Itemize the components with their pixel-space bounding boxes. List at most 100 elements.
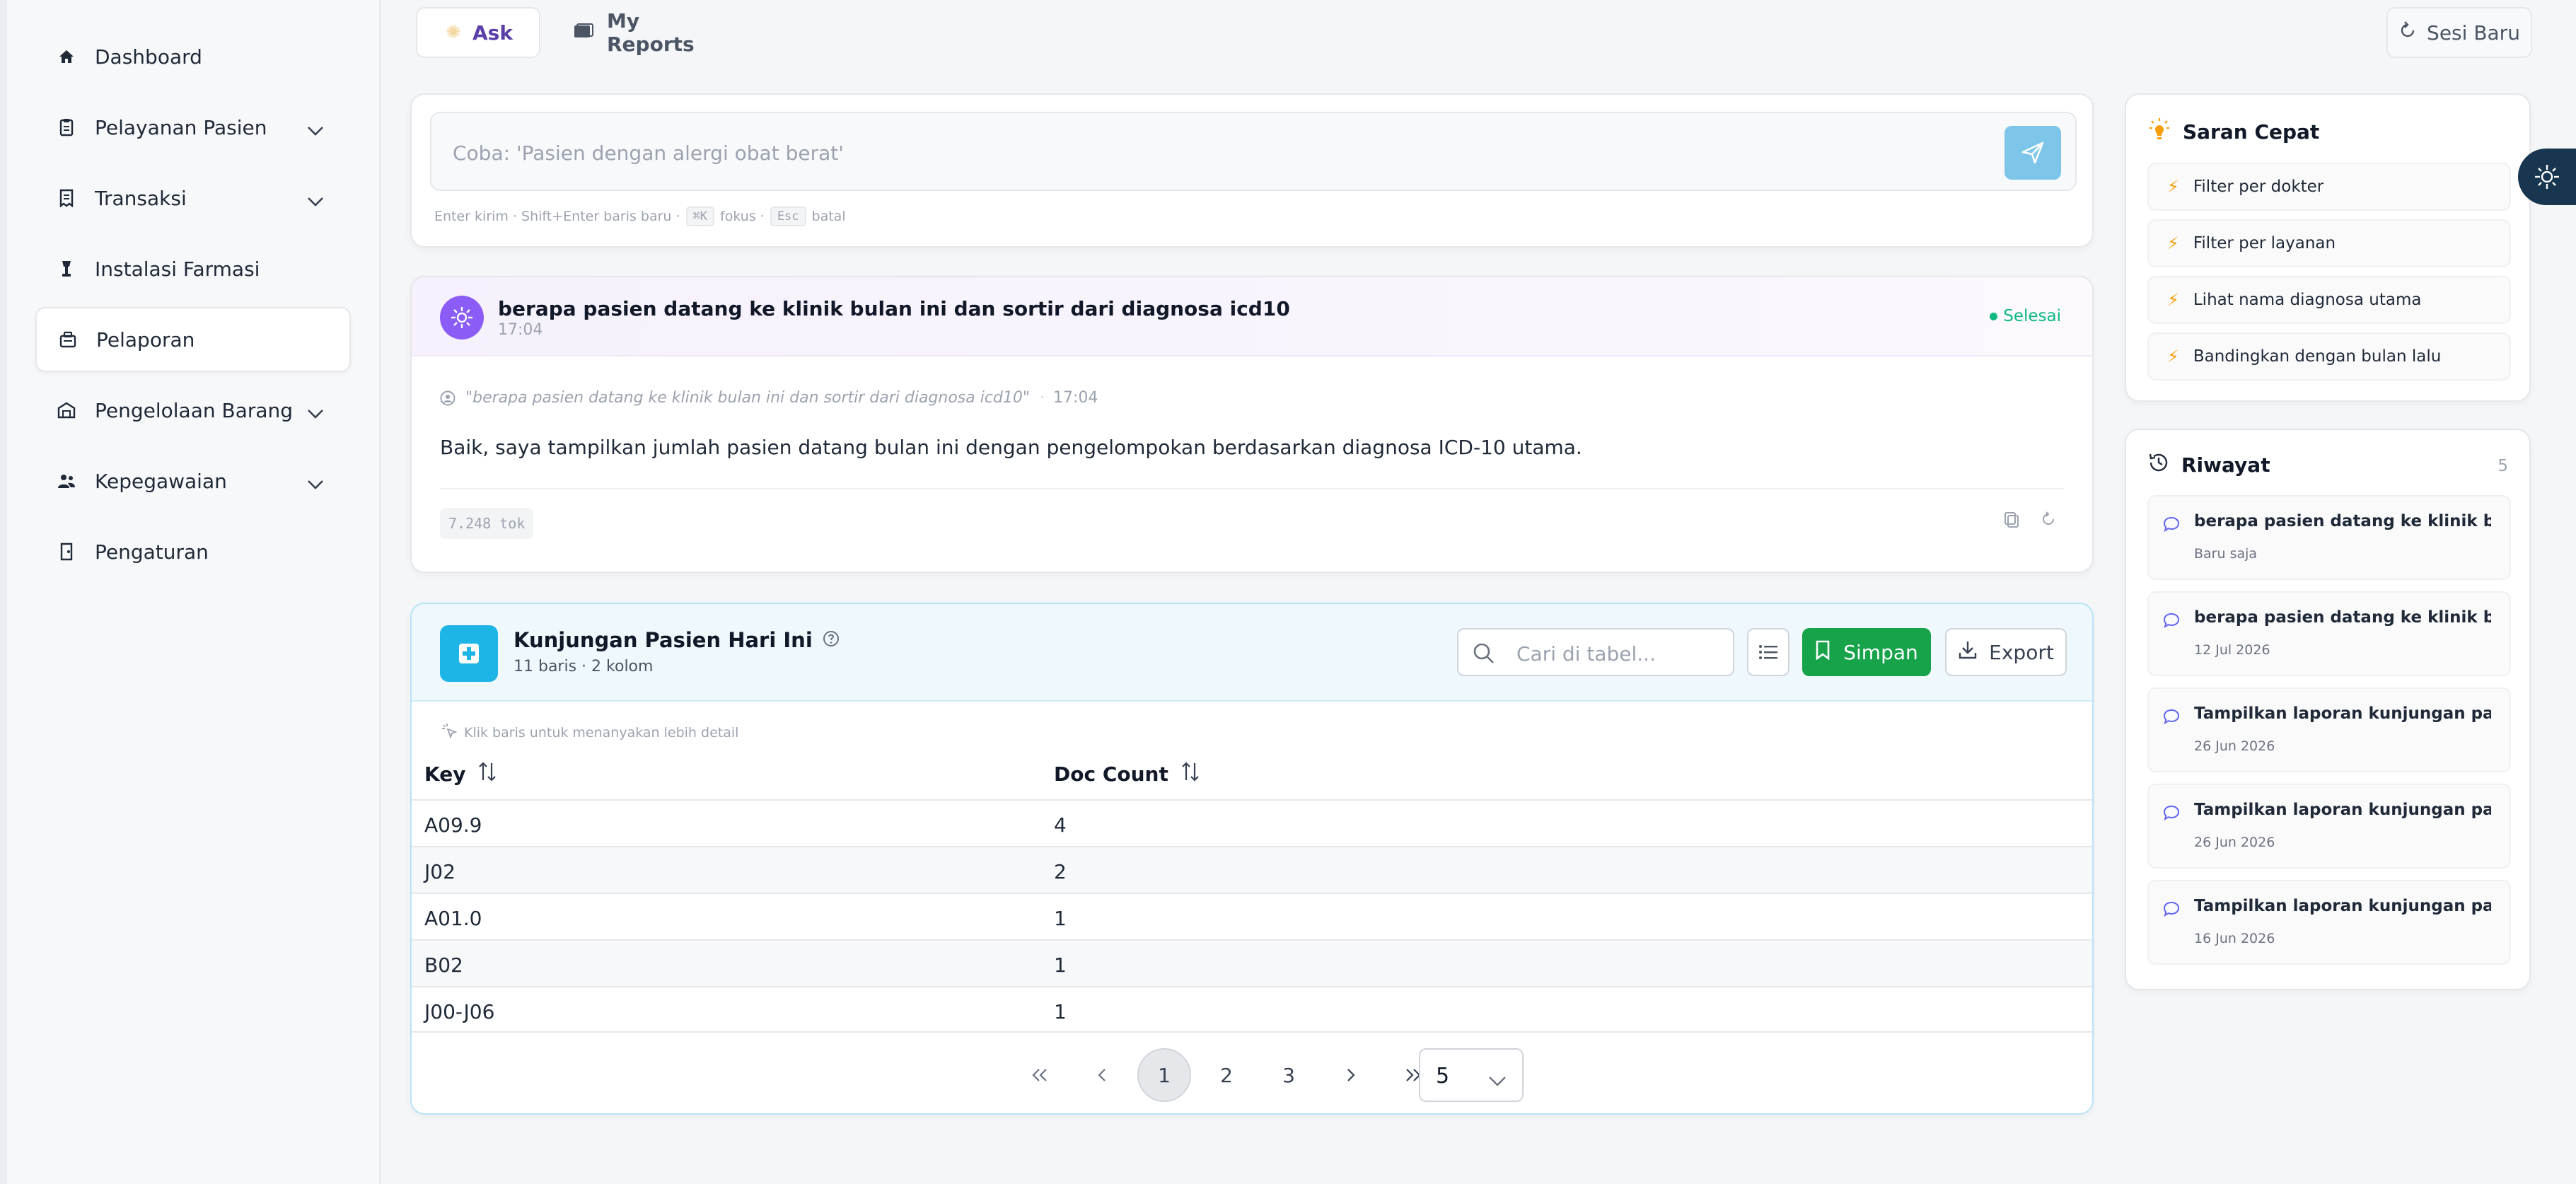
page-button-3[interactable]: 3 (1262, 1048, 1316, 1102)
staff-icon (57, 471, 76, 491)
history-item[interactable]: Tampilkan laporan kunjungan pasie... 26 … (2147, 687, 2511, 772)
history-item[interactable]: Tampilkan laporan kunjungan pasie... 26 … (2147, 784, 2511, 869)
table-row[interactable]: A09.9 4 (412, 799, 2092, 846)
lightning-icon: ⚡ (2167, 233, 2179, 253)
sidebar-item-transaksi[interactable]: Transaksi (35, 166, 351, 231)
sort-icon[interactable] (1180, 761, 1201, 787)
sidebar-item-pelaporan[interactable]: Pelaporan (35, 307, 351, 372)
lightning-icon: ⚡ (2167, 177, 2179, 197)
table-cell-key: J02 (424, 860, 456, 883)
prev-page-button[interactable] (1075, 1048, 1129, 1102)
status-label: Selesai (2003, 307, 2061, 325)
folder-icon (573, 21, 594, 45)
history-item-date: 26 Jun 2026 (2194, 738, 2275, 754)
column-header-doc-count[interactable]: Doc Count (1054, 761, 1201, 787)
divider (440, 488, 2064, 489)
page-button-2[interactable]: 2 (1200, 1048, 1253, 1102)
chevron-down-icon[interactable] (307, 117, 324, 141)
export-button[interactable]: Export (1945, 628, 2067, 676)
table-cell-count: 1 (1054, 953, 1067, 977)
copy-icon[interactable] (2003, 511, 2020, 532)
hint-send: Enter kirim · Shift+Enter baris baru · (434, 209, 680, 224)
first-page-button[interactable] (1013, 1048, 1067, 1102)
sidebar-item-label: Pengaturan (95, 540, 209, 564)
table-hint-text: Klik baris untuk menanyakan lebih detail (464, 724, 739, 741)
conversation-card: berapa pasien datang ke klinik bulan ini… (410, 276, 2094, 573)
table-row[interactable]: B02 1 (412, 939, 2092, 986)
table-row[interactable]: J00-J06 1 (412, 986, 2092, 1033)
status-dot (1990, 312, 1998, 320)
hint-focus: fokus · (720, 209, 765, 224)
table-cell-key: J00-J06 (424, 1000, 495, 1023)
suggestion-item[interactable]: ⚡ Lihat nama diagnosa utama (2147, 276, 2511, 324)
page-number: 2 (1220, 1063, 1233, 1087)
chevron-down-icon[interactable] (307, 471, 324, 494)
conversation-time: 17:04 (498, 321, 543, 339)
search-icon (1473, 642, 1495, 668)
column-header-key[interactable]: Key (424, 761, 498, 787)
sparkle-icon (2535, 165, 2559, 189)
page-button-1[interactable]: 1 (1137, 1048, 1191, 1102)
suggestion-item[interactable]: ⚡ Filter per dokter (2147, 163, 2511, 211)
history-item-title: Tampilkan laporan kunjungan pasie... (2194, 801, 2491, 819)
quick-suggestions-card: Saran Cepat ⚡ Filter per dokter ⚡ Filter… (2125, 93, 2531, 402)
floating-assistant-button[interactable] (2518, 149, 2576, 205)
page-number: 1 (1158, 1063, 1171, 1087)
sidebar-item-pengaturan[interactable]: Pengaturan (35, 519, 351, 584)
lightning-icon: ⚡ (2167, 347, 2179, 366)
sidebar-item-pelayanan-pasien[interactable]: Pelayanan Pasien (35, 95, 351, 160)
table-search-placeholder: Cari di tabel... (1516, 642, 1656, 666)
result-table-card: Kunjungan Pasien Hari Ini 11 baris · 2 k… (410, 603, 2094, 1115)
table-row[interactable]: J02 2 (412, 846, 2092, 893)
next-page-button[interactable] (1324, 1048, 1378, 1102)
result-table-title: Kunjungan Pasien Hari Ini (514, 628, 840, 652)
ai-avatar (440, 296, 484, 339)
sidebar-item-kepegawaian[interactable]: Kepegawaian (35, 448, 351, 513)
history-title: Riwayat (2147, 451, 2270, 479)
history-item-title: Tampilkan laporan kunjungan pasie... (2194, 897, 2491, 915)
send-icon (2021, 141, 2044, 164)
history-item-date: Baru saja (2194, 546, 2258, 562)
sidebar-item-pengelolaan-barang[interactable]: Pengelolaan Barang (35, 378, 351, 443)
suggestion-item[interactable]: ⚡ Filter per layanan (2147, 219, 2511, 267)
history-item-title: berapa pasien datang ke klinik bul... (2194, 608, 2491, 627)
send-button[interactable] (2004, 126, 2061, 180)
regenerate-icon[interactable] (2040, 511, 2057, 530)
sidebar-item-dashboard[interactable]: Dashboard (35, 24, 351, 89)
sidebar-item-label: Transaksi (95, 186, 187, 210)
ask-input[interactable]: Coba: 'Pasien dengan alergi obat berat' (430, 112, 2077, 191)
page-size-select[interactable]: 5 (1419, 1048, 1524, 1102)
tab-my-reports[interactable]: My Reports (573, 7, 729, 58)
new-session-label: Sesi Baru (2427, 21, 2520, 45)
history-item[interactable]: berapa pasien datang ke klinik bul... 12… (2147, 591, 2511, 676)
help-icon[interactable] (823, 628, 840, 652)
quote-separator: · (1040, 389, 1045, 407)
tab-ask[interactable]: ✺ Ask (416, 7, 540, 58)
history-item[interactable]: berapa pasien datang ke klinik bul... Ba… (2147, 495, 2511, 580)
sparkle-icon (451, 307, 472, 328)
ask-input-placeholder: Coba: 'Pasien dengan alergi obat berat' (453, 141, 844, 165)
chevron-down-icon[interactable] (307, 188, 324, 211)
chevron-right-icon (1347, 1069, 1355, 1081)
tab-label: My Reports (607, 9, 695, 56)
suggestion-label: Filter per dokter (2193, 178, 2324, 196)
new-session-button[interactable]: Sesi Baru (2386, 7, 2532, 58)
table-cell-count: 1 (1054, 1000, 1067, 1023)
result-table-header: Kunjungan Pasien Hari Ini 11 baris · 2 k… (412, 604, 2092, 702)
hint-cancel: batal (811, 209, 846, 224)
settings-door-icon (57, 542, 76, 562)
save-button[interactable]: Simpan (1802, 628, 1931, 676)
history-item[interactable]: Tampilkan laporan kunjungan pasie... 16 … (2147, 880, 2511, 965)
column-list-button[interactable] (1747, 628, 1789, 676)
suggestion-item[interactable]: ⚡ Bandingkan dengan bulan lalu (2147, 332, 2511, 381)
history-icon (2147, 451, 2170, 479)
table-row[interactable]: A01.0 1 (412, 893, 2092, 939)
table-search-input[interactable]: Cari di tabel... (1457, 628, 1734, 676)
status-badge: Selesai (1990, 307, 2061, 325)
sidebar-item-label: Pelaporan (96, 327, 195, 352)
sidebar-item-instalasi-farmasi[interactable]: Instalasi Farmasi (35, 236, 351, 301)
chevron-down-icon[interactable] (307, 400, 324, 424)
history-item-date: 12 Jul 2026 (2194, 642, 2270, 658)
history-item-title: Tampilkan laporan kunjungan pasie... (2194, 704, 2491, 723)
sort-icon[interactable] (477, 761, 498, 787)
